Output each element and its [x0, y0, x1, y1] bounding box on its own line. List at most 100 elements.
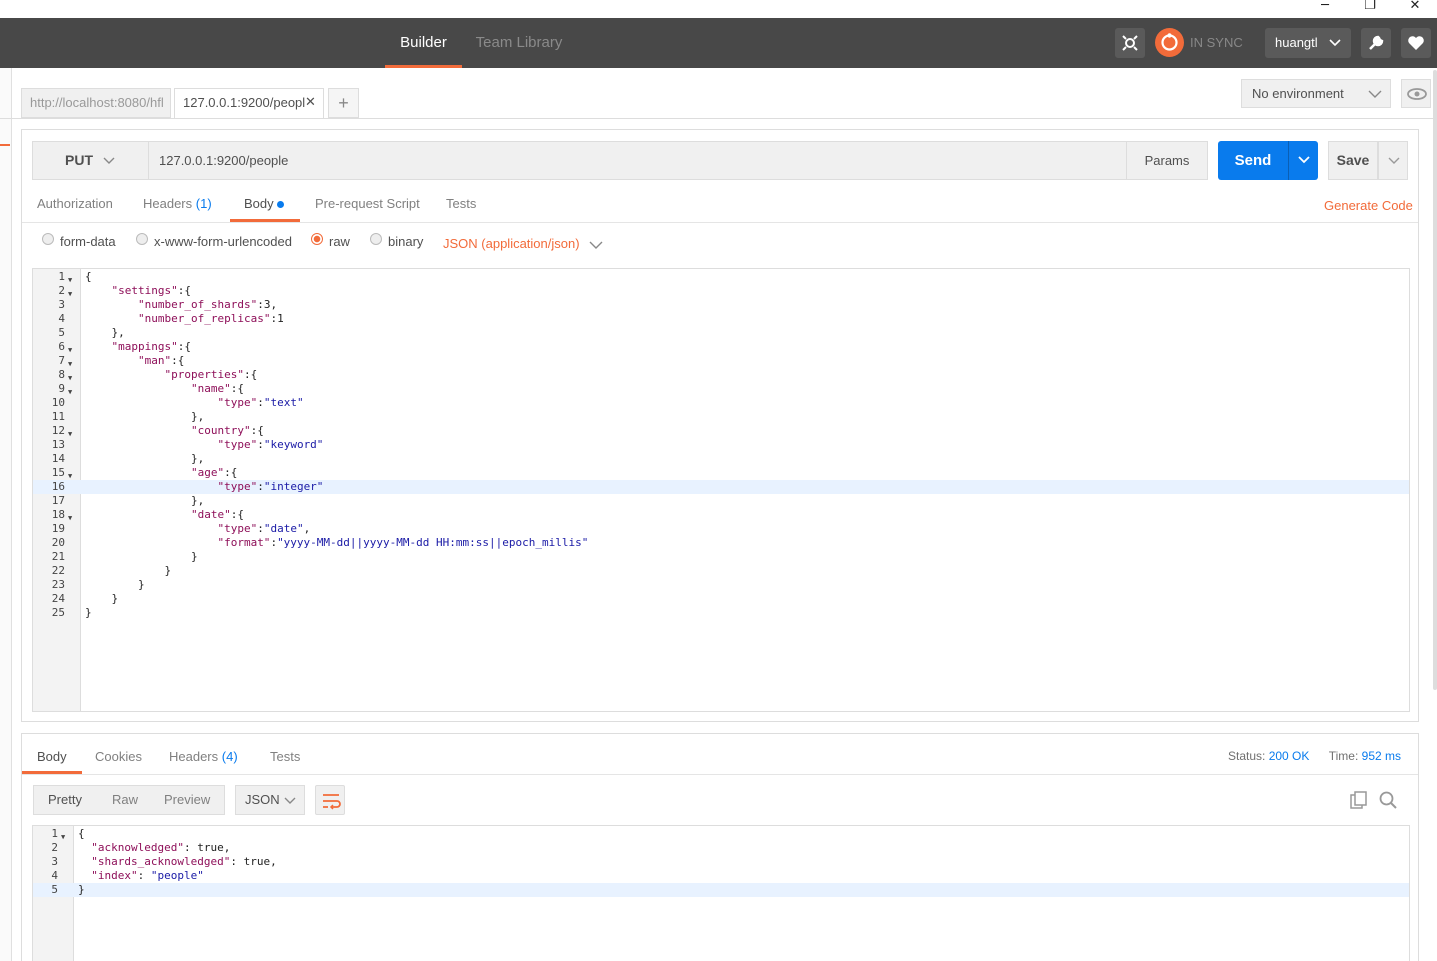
- environment-quick-look-button[interactable]: [1401, 79, 1431, 108]
- heart-icon[interactable]: [1401, 28, 1431, 58]
- line-number: 4: [58, 312, 65, 325]
- code-text: },: [85, 494, 205, 507]
- body-modified-dot: [277, 201, 284, 208]
- params-button[interactable]: Params: [1126, 141, 1208, 180]
- tab-team-library[interactable]: Team Library: [462, 18, 576, 68]
- code-text: "type":"keyword": [217, 438, 324, 451]
- response-tab-cookies[interactable]: Cookies: [95, 742, 142, 774]
- line-number: 18: [51, 508, 65, 521]
- request-tab-label: 127.0.0.1:9200/peopl: [183, 95, 306, 110]
- code-text: }: [85, 564, 172, 577]
- sidebar-collapsed: [0, 68, 12, 961]
- user-menu-button[interactable]: huangtl: [1265, 28, 1351, 58]
- code-text: "type":"text": [217, 396, 304, 409]
- radio-binary[interactable]: [370, 233, 382, 245]
- code-line: 4 "index": "people": [33, 869, 1409, 883]
- code-line: 3 "number_of_shards":3,: [33, 298, 1409, 312]
- request-tab-active[interactable]: 127.0.0.1:9200/peopl ✕: [174, 88, 324, 119]
- tab-headers-label: Headers: [143, 196, 193, 211]
- radio-raw[interactable]: [311, 233, 323, 245]
- tab-headers[interactable]: Headers (1): [143, 188, 212, 222]
- format-pretty[interactable]: Pretty: [48, 786, 82, 814]
- code-line: 1 ▼{: [33, 270, 1409, 284]
- line-number: 4: [51, 869, 58, 882]
- response-tab-body[interactable]: Body: [22, 742, 82, 774]
- chevron-down-icon: [1298, 156, 1310, 164]
- request-body-editor[interactable]: 1 ▼{2 ▼ "settings":{3 "number_of_shards":3…: [32, 268, 1410, 712]
- code-text: "date":{: [190, 508, 244, 521]
- tab-builder[interactable]: Builder: [385, 18, 462, 68]
- interceptor-icon[interactable]: [1115, 28, 1145, 58]
- label-x-www-form-urlencoded: x-www-form-urlencoded: [154, 234, 292, 249]
- wrap-lines-button[interactable]: [315, 785, 345, 815]
- format-preview[interactable]: Preview: [164, 786, 210, 814]
- minimize-icon[interactable]: ─: [1310, 0, 1340, 16]
- user-name: huangtl: [1275, 35, 1318, 50]
- sync-status: IN SYNC: [1190, 35, 1243, 50]
- close-tab-icon[interactable]: ✕: [305, 89, 316, 117]
- line-number: 2: [58, 284, 65, 297]
- copy-icon[interactable]: [1349, 790, 1369, 810]
- response-body-viewer[interactable]: 1 ▼{2 "acknowledged": true, 3 "shards_ackn…: [32, 825, 1410, 961]
- code-text: },: [85, 326, 125, 339]
- line-number: 5: [58, 326, 65, 339]
- line-number: 10: [51, 396, 65, 409]
- editor-lines: 1 ▼{2 ▼ "settings":{3 "number_of_shards":3…: [33, 270, 1409, 620]
- method-select[interactable]: PUT: [32, 141, 149, 180]
- environment-label: No environment: [1252, 86, 1344, 101]
- code-text: "name":{: [190, 382, 244, 395]
- request-tab-localhost[interactable]: http://localhost:8080/hfl: [21, 88, 171, 118]
- code-line: 6 ▼ "mappings":{: [33, 340, 1409, 354]
- page-scrollbar[interactable]: [1433, 70, 1437, 690]
- line-number: 22: [51, 564, 65, 577]
- code-line: 16 "type":"integer": [33, 480, 1409, 494]
- tab-bar-divider: [0, 118, 1437, 119]
- tab-body[interactable]: Body: [230, 188, 300, 222]
- code-text: "number_of_shards":3,: [137, 298, 278, 311]
- save-dropdown-button[interactable]: [1378, 141, 1408, 180]
- add-tab-button[interactable]: +: [328, 88, 359, 118]
- sync-icon[interactable]: [1155, 28, 1184, 57]
- generate-code-link[interactable]: Generate Code: [1324, 198, 1413, 213]
- line-number: 6: [58, 340, 65, 353]
- restore-icon[interactable]: ❐: [1355, 0, 1385, 16]
- response-type-select[interactable]: JSON: [235, 785, 305, 815]
- url-input[interactable]: 127.0.0.1:9200/people: [148, 141, 1128, 180]
- response-headers-count: (4): [221, 749, 238, 764]
- response-status: Status: 200 OK Time: 952 ms: [1228, 749, 1401, 763]
- response-tab-headers[interactable]: Headers (4): [169, 742, 238, 774]
- search-icon[interactable]: [1378, 790, 1398, 810]
- tab-tests[interactable]: Tests: [446, 188, 476, 222]
- radio-x-www-form-urlencoded[interactable]: [136, 233, 148, 245]
- line-number: 13: [51, 438, 65, 451]
- label-binary: binary: [388, 234, 424, 249]
- code-line: 13 "type":"keyword": [33, 438, 1409, 452]
- code-line: 23 }: [33, 578, 1409, 592]
- label-raw: raw: [329, 234, 350, 249]
- code-text: }: [85, 606, 92, 619]
- response-tab-tests[interactable]: Tests: [270, 742, 300, 774]
- format-raw[interactable]: Raw: [112, 786, 138, 814]
- content-type-select[interactable]: JSON (application/json): [443, 236, 603, 251]
- line-number: 23: [51, 578, 65, 591]
- response-lines: 1 ▼{2 "acknowledged": true, 3 "shards_ackn…: [33, 827, 1409, 897]
- settings-wrench-icon[interactable]: [1361, 28, 1391, 58]
- send-dropdown-button[interactable]: [1288, 141, 1318, 180]
- code-text: "settings":{: [111, 284, 191, 297]
- code-line: 12 ▼ "country":{: [33, 424, 1409, 438]
- headers-count: (1): [195, 196, 212, 211]
- code-text: "format":"yyyy-MM-dd||yyyy-MM-dd HH:mm:s…: [217, 536, 589, 549]
- window-titlebar: ─ ❐ ✕: [0, 0, 1437, 18]
- code-text: }: [85, 578, 145, 591]
- tab-authorization[interactable]: Authorization: [37, 188, 113, 222]
- code-line: 5 },: [33, 326, 1409, 340]
- line-number: 17: [51, 494, 65, 507]
- radio-form-data[interactable]: [42, 233, 54, 245]
- environment-select[interactable]: No environment: [1241, 79, 1391, 108]
- save-button[interactable]: Save: [1328, 141, 1378, 180]
- code-line: 17 },: [33, 494, 1409, 508]
- send-button[interactable]: Send: [1218, 141, 1288, 180]
- close-icon[interactable]: ✕: [1400, 0, 1430, 16]
- tabs-divider: [22, 222, 1418, 223]
- tab-pre-request-script[interactable]: Pre-request Script: [315, 188, 420, 222]
